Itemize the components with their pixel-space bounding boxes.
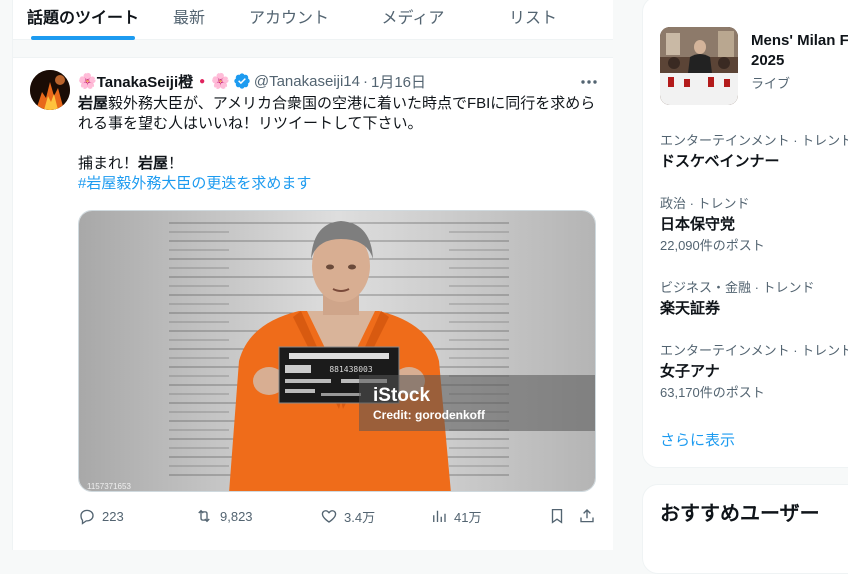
board-number: 881438003 <box>329 365 373 374</box>
mugshot-photo: 881438003 iStock Credit: gorodenkoff 115… <box>79 211 595 491</box>
search-tabs: 話題のツイート 最新 アカウント メディア リスト <box>13 0 613 40</box>
trend-topic: 日本保守党 <box>660 216 736 233</box>
sakura-emoji-2: 🌸 <box>211 73 230 90</box>
separator-dot: · <box>362 72 368 90</box>
trend-post-count: 63,170件のポスト <box>660 385 765 400</box>
retweet-count: 9,823 <box>220 508 253 524</box>
trend-topic: 楽天証券 <box>660 300 721 317</box>
share-button[interactable] <box>578 507 598 525</box>
reply-icon <box>80 509 94 525</box>
verified-badge-icon <box>234 73 250 89</box>
text-bold-name: 岩屋 <box>78 95 109 112</box>
reply-button[interactable]: 223 <box>78 507 194 525</box>
news-title-line-2: 2025 <box>751 52 785 69</box>
tab-lists[interactable]: リスト <box>473 0 593 40</box>
retweet-button[interactable]: 9,823 <box>194 507 320 525</box>
tweet-date[interactable]: 1月16日 <box>371 71 426 92</box>
tab-accounts[interactable]: アカウント <box>225 0 353 40</box>
trend-item[interactable]: エンターテインメント · トレンド ドスケベインナー <box>660 133 848 172</box>
trend-category: 政治 · トレンド <box>660 196 750 211</box>
who-to-follow-card: おすすめユーザー <box>642 484 848 574</box>
trend-topic: ドスケベインナー <box>660 153 780 170</box>
tweet-actions: 223 9,823 3.4万 41万 <box>78 502 598 530</box>
trend-category: ビジネス・金融 · トレンド <box>660 280 815 295</box>
text-line-1: 毅外務大臣が、アメリカ合衆国の空港に着いた時点でFBIに同行を求めら <box>108 95 596 112</box>
bookmark-icon <box>551 508 563 524</box>
trend-topic: 女子アナ <box>660 363 720 380</box>
trend-item[interactable]: ビジネス・金融 · トレンド 楽天証券 <box>660 280 815 319</box>
like-count: 3.4万 <box>344 509 376 525</box>
tweet-image[interactable]: 881438003 iStock Credit: gorodenkoff 115… <box>78 210 596 492</box>
display-name[interactable]: TanakaSeiji橙 <box>97 71 193 92</box>
news-live-label: ライブ <box>751 76 791 91</box>
news-title[interactable]: Mens' Milan F 2025 <box>751 31 848 71</box>
trend-post-count: 22,090件のポスト <box>660 238 765 253</box>
news-title-line-1: Mens' Milan F <box>751 32 848 49</box>
trend-category: エンターテインメント · トレンド <box>660 133 848 148</box>
tweet-header: 🌸 TanakaSeiji橙 ● 🌸 @Tanakaseiji14 · 1月16… <box>78 70 426 92</box>
analytics-icon <box>433 510 446 522</box>
who-to-follow-title: おすすめユーザー <box>660 503 820 525</box>
right-sidebar: Mens' Milan F 2025 ライブ エンターテインメント · トレンド… <box>642 0 848 574</box>
istock-watermark: iStock <box>373 385 430 406</box>
image-id: 1157371653 <box>87 482 131 491</box>
section-gap <box>13 40 613 58</box>
tab-top[interactable]: 話題のツイート <box>13 0 153 40</box>
tab-latest[interactable]: 最新 <box>153 0 225 40</box>
views-count: 41万 <box>454 509 482 525</box>
more-options-icon[interactable] <box>579 72 599 92</box>
reply-count: 223 <box>102 508 124 524</box>
like-button[interactable]: 3.4万 <box>320 507 430 526</box>
main-timeline: 話題のツイート 最新 アカウント メディア リスト 🌸 TanakaSeiji橙… <box>12 0 613 550</box>
views-button[interactable]: 41万 <box>430 507 548 526</box>
text-line-2: れる事を望む人はいいね！リツイートして下さい。 <box>78 115 423 132</box>
user-handle[interactable]: @Tanakaseiji14 <box>254 73 360 90</box>
tab-media[interactable]: メディア <box>353 0 473 40</box>
hashtag-link[interactable]: #岩屋毅外務大臣の更迭を求めます <box>78 174 598 194</box>
text-line-3b: ！ <box>168 155 184 172</box>
heart-icon <box>321 510 337 523</box>
text-line-3a: 捕まれ！ <box>78 155 139 172</box>
image-credit: Credit: gorodenkoff <box>373 408 486 422</box>
tweet-text: 岩屋毅外務大臣が、アメリカ合衆国の空港に着いた時点でFBIに同行を求めら れる事… <box>78 94 598 194</box>
news-thumbnail[interactable] <box>660 27 738 105</box>
retweet-icon <box>198 509 210 523</box>
trend-item[interactable]: エンターテインメント · トレンド 女子アナ 63,170件のポスト <box>660 343 848 401</box>
trend-item[interactable]: 政治 · トレンド 日本保守党 22,090件のポスト <box>660 196 765 254</box>
share-icon <box>580 509 594 523</box>
bookmark-button[interactable] <box>548 507 578 525</box>
trend-category: エンターテインメント · トレンド <box>660 343 848 358</box>
trends-card: Mens' Milan F 2025 ライブ エンターテインメント · トレンド… <box>642 0 848 468</box>
tweet[interactable]: 🌸 TanakaSeiji橙 ● 🌸 @Tanakaseiji14 · 1月16… <box>13 58 613 550</box>
text-line-3-bold: 岩屋 <box>138 155 169 172</box>
show-more-link[interactable]: さらに表示 <box>660 429 735 450</box>
avatar[interactable] <box>30 70 70 110</box>
japan-flag-icon: ● <box>199 75 206 87</box>
sakura-emoji: 🌸 <box>78 73 97 90</box>
